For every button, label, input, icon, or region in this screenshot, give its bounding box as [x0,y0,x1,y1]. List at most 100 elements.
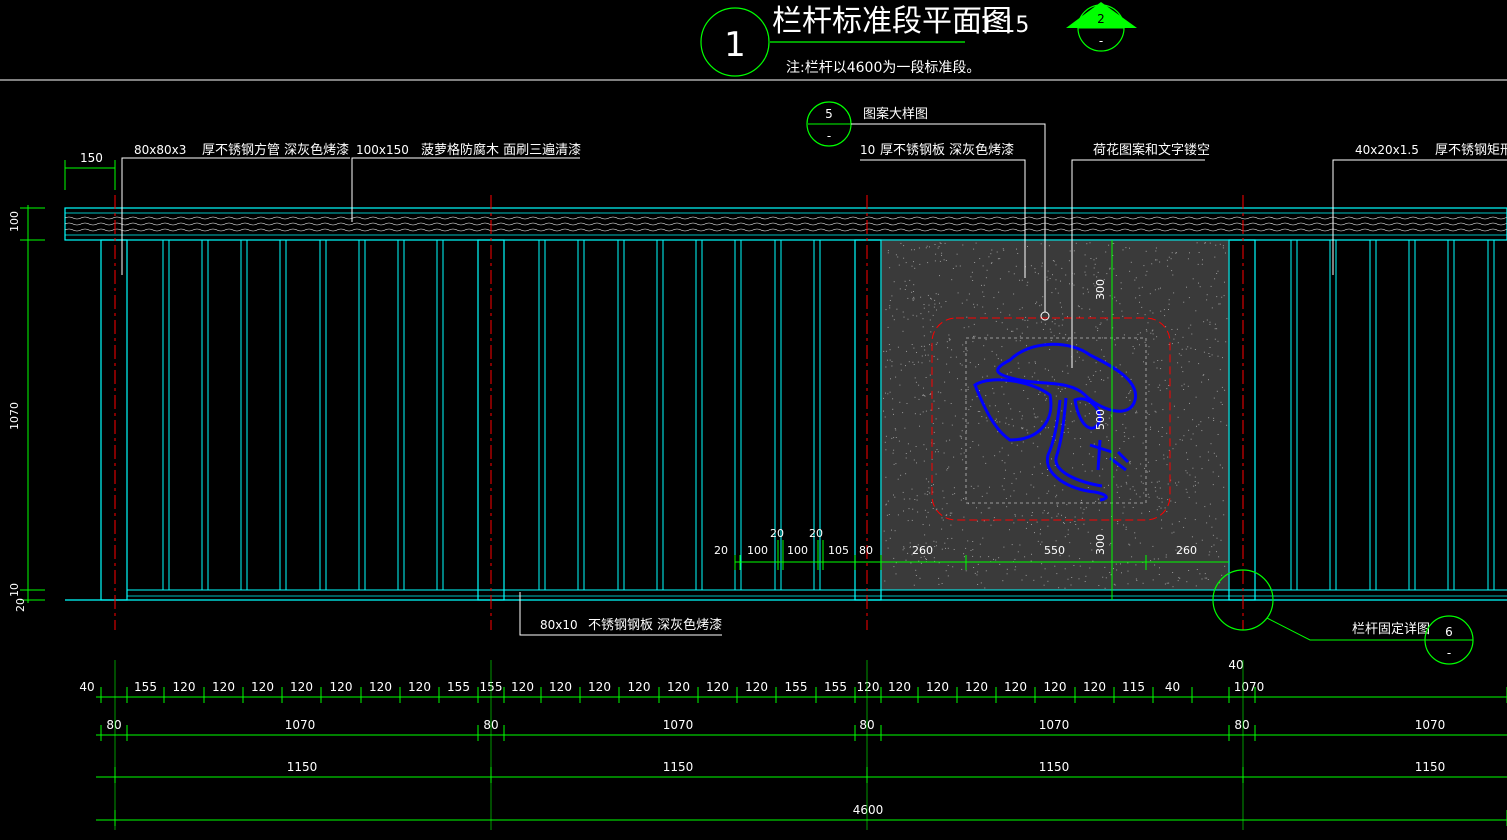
speckle-dot [1020,471,1021,473]
row2-dim-label: 80 [1234,718,1249,732]
speckle-dot [899,401,901,403]
speckle-dot [1201,263,1203,265]
dim-h-20b: 20 [770,527,784,540]
speckle-dot [977,584,979,585]
speckle-dot [1055,279,1057,281]
speckle-dot [1222,357,1223,359]
speckle-dot [1027,246,1028,247]
speckle-dot [1145,250,1147,252]
speckle-dot [1093,443,1095,445]
speckle-dot [1195,484,1196,486]
speckle-dot [931,502,933,504]
speckle-dot [966,316,968,318]
base-size: 80x10 [540,618,578,632]
speckle-dot [928,304,930,306]
speckle-dot [946,503,948,505]
speckle-dot [1097,271,1099,273]
speckle-dot [1161,359,1163,361]
speckle-dot [1037,379,1039,381]
speckle-dot [945,440,947,442]
speckle-dot [1153,558,1155,560]
speckle-dot [997,358,999,360]
speckle-dot [889,307,891,309]
speckle-dot [883,410,884,412]
speckle-dot [1221,574,1223,576]
speckle-dot [915,446,917,447]
speckle-dot [929,492,931,494]
speckle-dot [1022,427,1024,429]
speckle-dot [1087,531,1089,533]
speckle-dot [1114,344,1116,346]
speckle-dot [1122,512,1124,514]
speckle-dot [1057,505,1059,507]
speckle-dot [1026,429,1028,431]
speckle-dot [1040,321,1042,323]
speckle-dot [1051,517,1053,519]
speckle-dot [1125,528,1127,530]
speckle-dot [978,422,980,424]
speckle-dot [1201,468,1203,470]
speckle-dot [1166,432,1168,434]
speckle-dot [1005,469,1006,471]
speckle-dot [1130,261,1132,263]
speckle-dot [926,494,928,496]
speckle-dot [1155,250,1157,252]
speckle-dot [1133,348,1135,350]
speckle-dot [935,473,937,475]
speckle-dot [1124,435,1126,437]
speckle-dot [1033,426,1035,428]
speckle-dot [1021,332,1023,334]
speckle-dot [1127,562,1129,564]
speckle-dot [1054,323,1056,325]
speckle-dot [1037,273,1039,275]
speckle-dot [933,557,935,559]
speckle-dot [1170,258,1172,260]
speckle-dot [1217,270,1219,272]
speckle-dot [903,546,905,548]
speckle-dot [1156,367,1158,369]
speckle-dot [1152,312,1154,314]
speckle-dot [1206,319,1208,321]
speckle-dot [1168,582,1170,584]
speckle-dot [1122,315,1124,317]
speckle-dot [1150,332,1152,334]
speckle-dot [1226,318,1228,320]
speckle-dot [1061,388,1063,390]
speckle-dot [984,587,986,589]
speckle-dot [971,271,973,273]
speckle-dot [1001,460,1003,462]
speckle-dot [1188,361,1190,363]
speckle-dot [903,245,905,247]
speckle-dot [923,460,925,462]
post [1228,239,1256,601]
row1-dim-label: 120 [588,680,611,694]
speckle-dot [926,245,928,247]
speckle-dot [1089,316,1091,318]
speckle-dot [1187,385,1189,387]
speckle-dot [1220,401,1222,403]
speckle-dot [1019,335,1021,337]
speckle-dot [1172,586,1174,588]
row1-dim-label: 120 [330,680,353,694]
speckle-dot [997,411,999,413]
speckle-dot [1050,339,1052,341]
speckle-dot [967,540,969,542]
speckle-dot [1202,259,1203,261]
speckle-dot [900,363,902,365]
speckle-dot [982,376,984,378]
speckle-dot [979,258,981,260]
speckle-dot [954,415,956,417]
speckle-dot [1074,521,1076,522]
speckle-dot [1025,574,1027,576]
speckle-dot [1078,578,1080,580]
speckle-dot [1198,424,1200,426]
speckle-dot [1116,484,1118,486]
speckle-dot [990,524,992,526]
speckle-dot [1186,286,1187,288]
speckle-dot [916,495,918,497]
speckle-dot [1168,344,1170,345]
speckle-dot [1036,301,1038,303]
speckle-dot [932,508,934,509]
speckle-dot [1209,356,1211,357]
speckle-dot [1190,324,1192,326]
